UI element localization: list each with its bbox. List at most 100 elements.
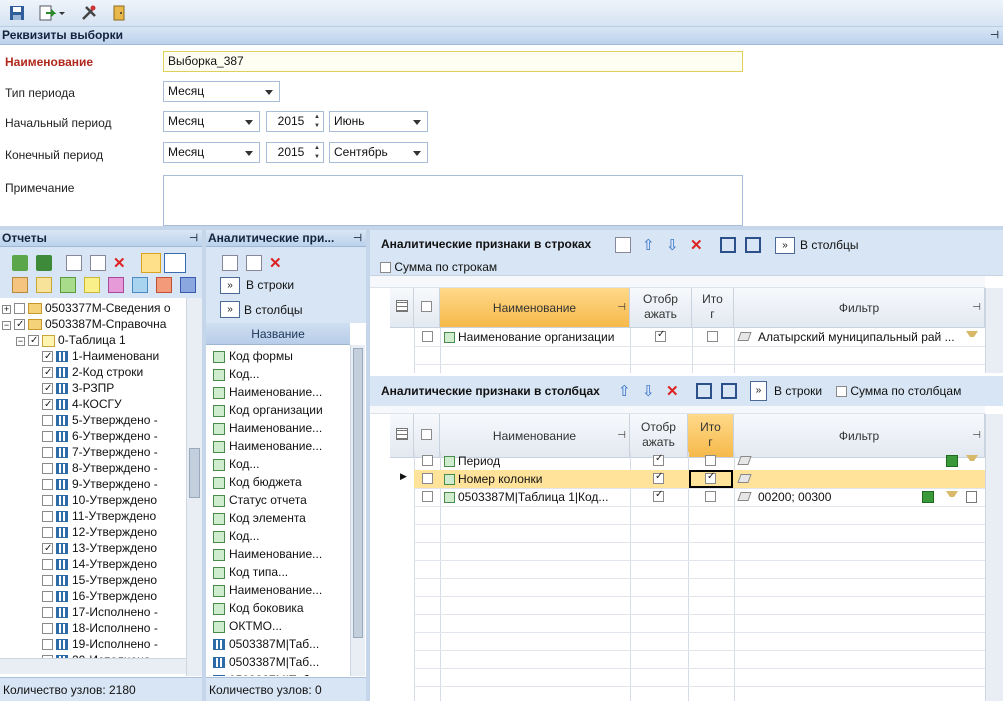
delete-icon[interactable]: ✕: [666, 382, 682, 400]
list-item[interactable]: Код бюджета: [213, 473, 302, 491]
tree-node[interactable]: 4-КОСГУ: [30, 396, 122, 413]
delete-icon[interactable]: ✕: [113, 254, 129, 272]
edit-doc-icon[interactable]: [615, 237, 631, 253]
filter-funnel-icon[interactable]: [966, 455, 978, 467]
list-item[interactable]: Код элемента: [213, 509, 306, 527]
collapse-icon[interactable]: −: [16, 337, 25, 346]
tree-node[interactable]: 3-РЗПР: [30, 380, 114, 397]
tree-checkbox[interactable]: [42, 381, 53, 397]
move-up-icon[interactable]: ⇧: [642, 236, 658, 254]
edit-doc-icon[interactable]: [246, 255, 262, 271]
tree-node[interactable]: 8-Утверждено -: [30, 460, 158, 476]
pin-icon[interactable]: ⊣: [189, 230, 198, 247]
eraser-icon[interactable]: [737, 492, 752, 501]
row-selector-header[interactable]: [390, 414, 414, 458]
list-item[interactable]: Код...: [213, 365, 259, 383]
sum-cols-checkbox[interactable]: [836, 386, 847, 398]
start-year-spinner[interactable]: 2015 ▲ ▼: [266, 111, 324, 132]
start-type-select[interactable]: Месяц: [163, 111, 260, 132]
move-down-icon[interactable]: ⇩: [666, 236, 682, 254]
tree-checkbox[interactable]: [42, 431, 53, 443]
tree-node[interactable]: − 0503387M-Справочна: [2, 316, 166, 333]
show-checkbox[interactable]: [653, 489, 664, 502]
pin-icon[interactable]: ⊣: [972, 414, 981, 458]
tree-checkbox[interactable]: [14, 303, 25, 315]
show-checkbox[interactable]: [653, 471, 664, 484]
col-show-header[interactable]: Отобр ажать: [630, 414, 688, 458]
tree-checkbox[interactable]: [42, 527, 53, 539]
tree-node[interactable]: +0503377M-Сведения о: [2, 300, 171, 316]
total-checkbox[interactable]: [705, 455, 716, 466]
tree-checkbox[interactable]: [42, 639, 53, 651]
sum-cols-toggle[interactable]: Сумма по столбцам: [836, 384, 961, 398]
collapse-columns-icon[interactable]: [745, 237, 761, 253]
tree-checkbox[interactable]: [42, 511, 53, 523]
row-checkbox[interactable]: [422, 331, 433, 342]
list-item[interactable]: Код формы: [213, 347, 293, 365]
reports-hscroll[interactable]: [0, 658, 186, 674]
delete-icon[interactable]: ✕: [269, 254, 285, 272]
tree-checkbox[interactable]: [42, 559, 53, 571]
move-down-icon[interactable]: »: [750, 381, 767, 401]
end-type-select[interactable]: Месяц: [163, 142, 260, 163]
select-all-header[interactable]: [414, 414, 440, 458]
list-item[interactable]: Наименование...: [213, 419, 322, 437]
tree-checkbox[interactable]: [42, 591, 53, 603]
tree-checkbox[interactable]: [42, 397, 53, 413]
col-total-header[interactable]: Ито г: [688, 414, 734, 458]
pin-icon[interactable]: ⊣: [990, 27, 999, 44]
tree-node[interactable]: 12-Утверждено: [30, 524, 157, 540]
tree-node[interactable]: 14-Утверждено: [30, 556, 157, 572]
list-item[interactable]: Наименование...: [213, 383, 322, 401]
filter-pink-icon[interactable]: [108, 277, 124, 293]
tree-checkbox[interactable]: [42, 349, 53, 365]
col-total-header[interactable]: Ито г: [692, 288, 734, 328]
cols-to-rows-button[interactable]: В строки: [774, 384, 822, 398]
tree-node[interactable]: 6-Утверждено -: [30, 428, 158, 444]
end-year-spinner[interactable]: 2015 ▲ ▼: [266, 142, 324, 163]
show-checkbox[interactable]: [653, 453, 664, 466]
select-all-header[interactable]: [414, 288, 440, 328]
end-month-select[interactable]: Сентябрь: [329, 142, 428, 163]
green-edit-icon[interactable]: [922, 491, 934, 503]
tree-checkbox[interactable]: [28, 333, 39, 349]
filter-funnel-icon[interactable]: [946, 491, 958, 503]
tree-checkbox[interactable]: [42, 623, 53, 635]
filter-blue-icon[interactable]: [132, 277, 148, 293]
list-item[interactable]: ОКТМО...: [213, 617, 282, 635]
list-item[interactable]: Наименование...: [213, 545, 322, 563]
row-checkbox[interactable]: [422, 455, 433, 466]
filter-orange-icon[interactable]: [12, 277, 28, 293]
total-checkbox[interactable]: [705, 491, 716, 502]
tree-node[interactable]: 18-Исполнено -: [30, 620, 158, 636]
tree-checkbox[interactable]: [42, 447, 53, 459]
start-month-select[interactable]: Июнь: [329, 111, 428, 132]
tree-node[interactable]: 5-Утверждено -: [30, 412, 158, 428]
note-textarea[interactable]: [163, 175, 743, 226]
rows-vscroll[interactable]: [985, 288, 1003, 373]
analytic-vscroll[interactable]: [350, 345, 365, 676]
collapse-icon[interactable]: −: [2, 321, 11, 330]
filter-green-icon[interactable]: [60, 277, 76, 293]
row-checkbox[interactable]: [422, 473, 433, 484]
tree-checkbox[interactable]: [42, 365, 53, 381]
settings-tools-icon[interactable]: [80, 4, 100, 23]
add-report-icon[interactable]: [12, 255, 28, 271]
spin-up-icon[interactable]: ▲: [313, 144, 321, 152]
spin-down-icon[interactable]: ▼: [313, 153, 321, 161]
tree-node[interactable]: 17-Исполнено -: [30, 604, 158, 620]
row-filter[interactable]: Алатырский муниципальный рай ...: [758, 328, 958, 346]
total-checkbox[interactable]: [707, 331, 718, 342]
tree-checkbox[interactable]: [42, 463, 53, 475]
row-name[interactable]: Наименование организации: [444, 328, 628, 346]
tree-checkbox[interactable]: [42, 607, 53, 619]
reports-vscroll[interactable]: [186, 298, 202, 676]
move-right-icon[interactable]: »: [220, 277, 240, 294]
tree-node[interactable]: 9-Утверждено -: [30, 476, 158, 492]
collapse-columns-icon[interactable]: [721, 383, 737, 399]
pin-icon[interactable]: ⊣: [972, 288, 981, 328]
tree-node[interactable]: 1-Наименовани: [30, 348, 159, 365]
list-item[interactable]: Код организации: [213, 401, 323, 419]
col-name-header[interactable]: Наименование ⊣: [440, 288, 630, 328]
period-type-select[interactable]: Месяц: [163, 81, 280, 102]
